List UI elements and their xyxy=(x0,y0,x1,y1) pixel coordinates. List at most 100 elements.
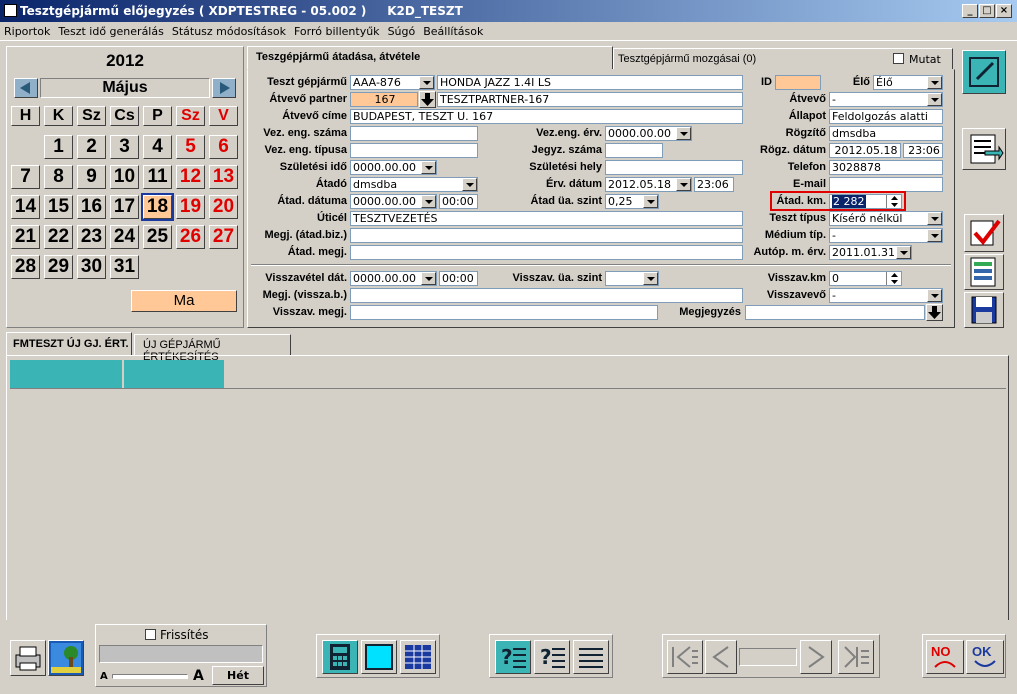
record-position-field[interactable] xyxy=(739,648,797,666)
menu-help[interactable]: Súgó xyxy=(384,22,420,38)
query-button[interactable]: ? xyxy=(495,640,531,674)
license-no-field[interactable] xyxy=(350,126,478,141)
handover-select[interactable]: dmsdba xyxy=(350,177,478,192)
refresh-checkbox[interactable] xyxy=(145,629,156,640)
calendar-day[interactable]: 15 xyxy=(44,195,73,219)
valid-time-field[interactable]: 23:06 xyxy=(694,177,734,192)
chevron-down-icon[interactable] xyxy=(421,195,436,208)
fuel-select[interactable]: 0,25 xyxy=(605,194,659,209)
status-field[interactable]: Feldolgozás alatti xyxy=(829,109,943,124)
birth-date-select[interactable]: 0000.00.00 xyxy=(350,160,437,175)
calendar-day[interactable]: 27 xyxy=(209,225,238,249)
chevron-down-icon[interactable] xyxy=(927,212,942,225)
chevron-down-icon[interactable] xyxy=(419,76,434,89)
chevron-down-icon[interactable] xyxy=(927,229,942,242)
next-month-button[interactable] xyxy=(212,78,236,98)
calendar-day[interactable]: 7 xyxy=(11,165,40,189)
maximize-button[interactable]: □ xyxy=(979,4,995,18)
check-button[interactable] xyxy=(964,214,1004,252)
tab-handover[interactable]: Teszgépjármű átadása, átvétele xyxy=(247,46,613,70)
query-list-button[interactable]: ? xyxy=(534,640,570,674)
return-time-field[interactable]: 00:00 xyxy=(439,271,478,286)
picture-button[interactable] xyxy=(48,640,84,676)
week-button[interactable]: Hét xyxy=(212,666,264,685)
calendar-day[interactable]: 31 xyxy=(110,255,139,279)
chevron-down-icon[interactable] xyxy=(643,272,658,285)
calendar-day[interactable]: 14 xyxy=(11,195,40,219)
license-valid-select[interactable]: 0000.00.00 xyxy=(605,126,692,141)
calendar-day[interactable]: 1 xyxy=(44,135,73,159)
remark-field[interactable] xyxy=(745,305,925,320)
calendar-day[interactable]: 19 xyxy=(176,195,205,219)
return-receiver-select[interactable]: - xyxy=(829,288,943,303)
calendar-day[interactable]: 29 xyxy=(44,255,73,279)
calendar-day[interactable]: 5 xyxy=(176,135,205,159)
no-button[interactable]: NO xyxy=(926,640,964,674)
chevron-down-icon[interactable] xyxy=(927,289,942,302)
calendar-day[interactable]: 10 xyxy=(110,165,139,189)
return-fuel-select[interactable] xyxy=(605,271,659,286)
birth-place-field[interactable] xyxy=(605,160,743,175)
menu-status-changes[interactable]: Státusz módosítások xyxy=(168,22,290,38)
calendar-day[interactable]: 17 xyxy=(110,195,139,219)
vehicle-code-select[interactable]: AAA-876 xyxy=(350,75,435,90)
km-stepper[interactable]: 2 282 xyxy=(829,194,902,209)
partner-lookup-button[interactable] xyxy=(419,91,436,108)
chevron-down-icon[interactable] xyxy=(643,195,658,208)
return-note-field[interactable] xyxy=(350,305,658,320)
grid-header-cell[interactable] xyxy=(10,360,122,388)
chevron-down-icon[interactable] xyxy=(927,93,942,106)
ok-button[interactable]: OK xyxy=(966,640,1004,674)
calendar-day[interactable]: 23 xyxy=(77,225,106,249)
calendar-day[interactable]: 30 xyxy=(77,255,106,279)
calendar-day[interactable]: 12 xyxy=(176,165,205,189)
handover-time-field[interactable]: 00:00 xyxy=(439,194,478,209)
list-action-button[interactable] xyxy=(962,128,1006,170)
rec-time-field[interactable]: 23:06 xyxy=(903,143,943,158)
calendar-day[interactable]: 4 xyxy=(143,135,172,159)
minutes-no-field[interactable] xyxy=(605,143,663,158)
calendar-day[interactable]: 9 xyxy=(77,165,106,189)
calendar-day[interactable]: 18 xyxy=(141,193,174,221)
chevron-down-icon[interactable] xyxy=(676,178,691,191)
calculator-button[interactable] xyxy=(322,640,358,674)
grid-view-button[interactable] xyxy=(400,640,436,674)
chevron-down-icon[interactable] xyxy=(462,178,477,191)
chevron-down-icon[interactable] xyxy=(421,272,436,285)
medium-select[interactable]: - xyxy=(829,228,943,243)
partner-name-field[interactable]: TESZTPARTNER-167 xyxy=(437,92,743,107)
return-km-stepper[interactable]: 0 xyxy=(829,271,902,286)
show-checkbox[interactable] xyxy=(893,53,904,64)
last-record-button[interactable] xyxy=(838,640,874,674)
rec-date-field[interactable]: 2012.05.18 xyxy=(829,143,901,158)
handover-note-field[interactable] xyxy=(350,245,743,260)
grid-header-cell[interactable] xyxy=(124,360,224,388)
close-button[interactable]: × xyxy=(996,4,1012,18)
fullscreen-button[interactable] xyxy=(361,640,397,674)
chevron-down-icon[interactable] xyxy=(421,161,436,174)
minimize-button[interactable]: _ xyxy=(962,4,978,18)
prev-record-button[interactable] xyxy=(705,640,737,674)
id-field[interactable] xyxy=(775,75,821,90)
font-size-slider[interactable] xyxy=(112,674,188,679)
return-date-select[interactable]: 0000.00.00 xyxy=(350,271,437,286)
email-field[interactable] xyxy=(829,177,943,192)
next-record-button[interactable] xyxy=(800,640,832,674)
calendar-day[interactable]: 11 xyxy=(143,165,172,189)
test-type-select[interactable]: Kísérő nélkül xyxy=(829,211,943,226)
edit-button[interactable] xyxy=(962,50,1006,94)
prev-month-button[interactable] xyxy=(14,78,38,98)
handover-date-select[interactable]: 0000.00.00 xyxy=(350,194,437,209)
calendar-day[interactable]: 28 xyxy=(11,255,40,279)
destination-field[interactable]: TESZTVEZETÉS xyxy=(350,211,743,226)
calendar-day[interactable]: 13 xyxy=(209,165,238,189)
remark-lookup-button[interactable] xyxy=(926,304,943,321)
tab-new-car-sales[interactable]: ÚJ GÉPJÁRMŰ ÉRTÉKESÍTÉS xyxy=(134,334,291,363)
first-record-button[interactable] xyxy=(667,640,703,674)
spin-icon[interactable] xyxy=(886,195,901,208)
calendar-day[interactable]: 6 xyxy=(209,135,238,159)
calendar-day[interactable]: 25 xyxy=(143,225,172,249)
autop-select[interactable]: 2011.01.31 xyxy=(829,245,912,260)
calendar-day[interactable]: 24 xyxy=(110,225,139,249)
calendar-day[interactable]: 8 xyxy=(44,165,73,189)
